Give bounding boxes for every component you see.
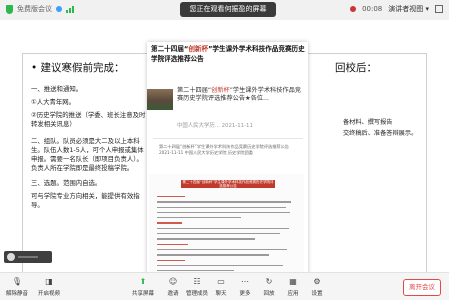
settings-icon: ⚙ [313,277,321,286]
invite-icon: ☺ [168,277,178,286]
slide-paragraph: ②历史学院的推送（学委、班长注意及时转发相关讯息） [31,111,146,128]
audio-level-bar [18,256,38,258]
unmute-label: 解除静音 [5,291,28,297]
slide-paragraph: 一、推送和通知。 [31,85,83,93]
chat-icon: ▭ [217,277,225,286]
view-mode-label: 演讲者视图 [388,5,424,13]
signal-icon [66,5,74,13]
info-icon[interactable] [56,6,62,12]
meeting-info[interactable]: 免费版会议 [6,4,74,14]
slide-left-title: • 建议寒假前完成： [31,62,125,74]
recording-indicator-icon [350,6,357,12]
view-mode-button[interactable]: 演讲者视图 ▾ [388,4,429,14]
article-title: 第二十四届“创新杯”学生课外学术科技作品竞赛历史学院评选推荐公告 [151,44,306,64]
chat-button[interactable]: ▭ 聊天 [208,277,234,297]
start-video-button[interactable]: ◨ 开启视频 [36,277,62,297]
document-header-banner: 第二十四届“创新杯”学生课外学术科技作品竞赛历史学院评选推荐公告 [181,180,275,188]
settings-button[interactable]: ⚙ 设置 [304,277,330,297]
apps-button[interactable]: ▦ 应用 [280,277,306,297]
slide-right-line: 交终稿后、准备答辩展示。 [343,130,418,137]
summary-pre: 第二十四届“ [177,87,212,94]
more-icon: ⋯ [241,277,249,286]
bottom-toolbar: 🎙 解除静音 ◨ 开启视频 ⬆ 共享屏幕 ☺ 邀请 ☷ 管理成员 ▭ 聊天 ⋯ … [0,272,449,300]
chat-label: 聊天 [215,291,227,297]
slide-paragraph: 可与学院专业方向相关，能提供有效指导。 [31,192,140,209]
apps-icon: ▦ [289,277,297,286]
replay-icon: ↻ [265,277,273,286]
shared-screen: • 建议寒假前完成： 一、推送和通知。 ①人大青年网。 ②历史学院的推送（学委、… [0,20,449,284]
article-popup[interactable]: 第二十四届“创新杯”学生课外学术科技作品竞赛历史学院评选推荐公告 第二十四届“创… [147,42,308,284]
manage-members-label: 管理成员 [185,291,208,297]
slide-left-column: • 建议寒假前完成： 一、推送和通知。 ①人大青年网。 ②历史学院的推送（学委、… [31,60,146,214]
settings-label: 设置 [311,291,323,297]
article-title-highlight: 创新杯 [188,45,209,53]
slide-paragraph: 三、选题。范围内自选。 [31,179,102,187]
article-source: 中国人民大学历... 2021-11-11 [177,123,253,129]
replay-button[interactable]: ↻ 回放 [256,277,282,297]
camera-icon: ◨ [45,277,53,286]
more-label: 更多 [239,291,251,297]
security-shield-icon [6,4,13,14]
article-summary[interactable]: 第二十四届“创新杯”学生课外学术科技作品竞赛历史学院评选推荐公告★各位... [177,87,307,103]
meeting-timer: 00:08 [362,5,383,13]
top-bar: 免费版会议 您正在观看何振盈的屏幕 00:08 演讲者视图 ▾ [0,0,449,20]
invite-label: 邀请 [167,291,179,297]
share-screen-button[interactable]: ⬆ 共享屏幕 [130,277,156,297]
manage-members-button[interactable]: ☷ 管理成员 [184,277,210,297]
unmute-button[interactable]: 🎙 解除静音 [4,277,30,297]
slide-right-title: 回校后： [335,62,377,74]
slide-right-line: 备材料、撰写报告 [343,119,393,126]
self-video-tile[interactable] [4,251,52,263]
invite-button[interactable]: ☺ 邀请 [160,277,186,297]
document-text-lines [157,196,297,275]
avatar [7,253,15,261]
share-screen-label: 共享屏幕 [131,291,154,297]
app-name: 免费版会议 [17,5,52,13]
fullscreen-icon[interactable] [435,5,443,13]
share-screen-icon: ⬆ [139,277,147,286]
replay-label: 回放 [263,291,275,297]
screen-share-banner[interactable]: 您正在观看何振盈的屏幕 [180,2,276,17]
article-mini-meta: 2021-11-11 中国人民大学历史学院 历史学院团委 [159,150,253,155]
mic-muted-icon: 🎙 [11,277,23,286]
members-icon: ☷ [193,277,201,286]
slide-paragraph: 二、组队。队员必须是大二及以上本科生。队伍人数1-5人，可个人申报或集体申报。需… [31,137,144,172]
start-video-label: 开启视频 [37,291,60,297]
article-mini-header: 第二十四届“创新杯”学生课外学术科技作品竞赛历史学院评选推荐公告 2021-11… [159,144,299,156]
article-title-pre: 第二十四届“ [151,45,189,53]
apps-label: 应用 [287,291,299,297]
divider [153,138,303,139]
more-button[interactable]: ⋯ 更多 [232,277,258,297]
slide-paragraph: ①人大青年网。 [31,98,76,106]
article-document-preview: 第二十四届“创新杯”学生课外学术科技作品竞赛历史学院评选推荐公告 [149,174,304,282]
article-thumbnail[interactable] [147,89,173,110]
summary-highlight: 创新杯 [211,87,230,94]
leave-meeting-button[interactable]: 离开会议 [403,279,441,296]
